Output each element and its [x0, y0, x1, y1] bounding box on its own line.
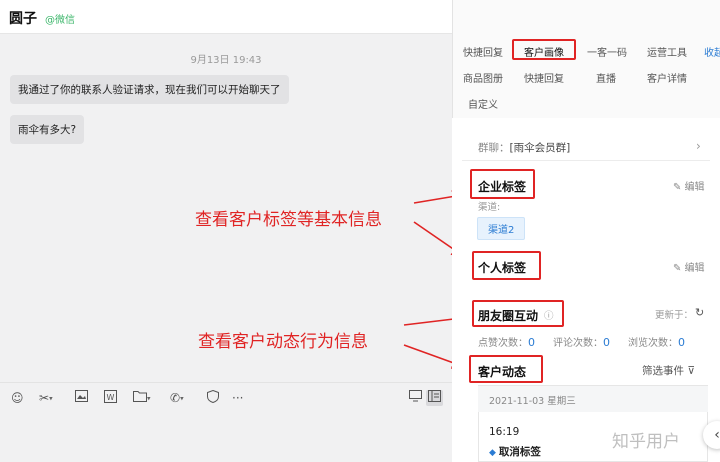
- event-action-label: 取消标签: [498, 446, 541, 458]
- tab-quick-reply-2[interactable]: 快捷回复: [524, 70, 564, 85]
- filter-icon: ⊽: [687, 365, 696, 377]
- highlight-box: [472, 251, 541, 280]
- channel-tag-chip[interactable]: 渠道2: [477, 217, 526, 240]
- highlight-box: [472, 300, 564, 327]
- divider: [462, 160, 710, 161]
- input-toolbar: ☺ ✂▾ W ▾ ✆▾ ···: [0, 382, 452, 462]
- stat-label: 浏览次数：: [628, 338, 678, 349]
- stat-label: 评论次数：: [553, 338, 603, 349]
- channel-label: 渠道:: [478, 202, 501, 213]
- scissors-icon[interactable]: ✂▾: [39, 390, 53, 406]
- event-action[interactable]: ◆ 取消标签: [489, 444, 541, 459]
- tab-collapse[interactable]: 收起: [704, 44, 720, 59]
- highlight-box: [512, 39, 576, 60]
- sidebar-icon[interactable]: [426, 390, 443, 406]
- event-time: 16:19: [489, 426, 520, 438]
- annotation-dynamic-info: 查看客户动态行为信息: [198, 332, 368, 352]
- event-date: 2021-11-03 星期三: [478, 386, 708, 412]
- contact-source: @微信: [45, 15, 75, 26]
- tab-quick-reply[interactable]: 快捷回复: [463, 44, 503, 59]
- edit-label: 编辑: [684, 263, 705, 274]
- tab-customer-detail[interactable]: 客户详情: [647, 70, 687, 85]
- tab-ops-tools[interactable]: 运营工具: [647, 44, 687, 59]
- edit-personal-tags[interactable]: ✎ 编辑: [673, 259, 705, 274]
- stat-value: 0: [678, 336, 685, 349]
- tab-custom[interactable]: 自定义: [468, 96, 498, 111]
- tag-icon: ◆: [489, 448, 496, 458]
- tab-one-customer-code[interactable]: 一客一码: [587, 44, 627, 59]
- group-label: 群聊：: [478, 142, 510, 154]
- stat-value: 0: [528, 336, 535, 349]
- screen-icon[interactable]: [409, 390, 422, 406]
- highlight-box: [469, 355, 543, 383]
- message-bubble[interactable]: 雨伞有多大?: [10, 115, 85, 144]
- filter-events-button[interactable]: 筛选事件 ⊽: [642, 363, 695, 378]
- image-icon[interactable]: [75, 390, 88, 406]
- group-value: [雨伞会员群]: [509, 142, 571, 154]
- group-row[interactable]: 群聊：[雨伞会员群]: [478, 140, 570, 155]
- smile-icon[interactable]: ☺: [11, 390, 24, 406]
- shield-icon[interactable]: [207, 389, 219, 406]
- edit-enterprise-tags[interactable]: ✎ 编辑: [673, 178, 705, 193]
- stat-label: 点赞次数：: [478, 338, 528, 349]
- folder-icon[interactable]: ▾: [133, 390, 151, 406]
- phone-icon[interactable]: ✆▾: [170, 390, 184, 406]
- highlight-box: [470, 169, 535, 199]
- edit-label: 编辑: [684, 182, 705, 193]
- chat-header: 圆子 @微信: [0, 0, 452, 34]
- word-icon[interactable]: W: [104, 390, 117, 406]
- refresh-icon[interactable]: ↻: [695, 306, 704, 319]
- likes-stat: 点赞次数：0: [478, 334, 535, 349]
- update-label: 更新于：: [655, 310, 694, 321]
- stat-value: 0: [603, 336, 610, 349]
- views-stat: 浏览次数：0: [628, 334, 685, 349]
- message-bubble[interactable]: 我通过了你的联系人验证请求，现在我们可以开始聊天了: [10, 75, 289, 104]
- more-icon[interactable]: ···: [232, 390, 243, 406]
- tab-product-album[interactable]: 商品图册: [463, 70, 503, 85]
- comments-stat: 评论次数：0: [553, 334, 610, 349]
- chevron-right-icon[interactable]: ›: [696, 139, 701, 153]
- message-timestamp: 9月13日 19:43: [190, 55, 262, 66]
- annotation-basic-info: 查看客户标签等基本信息: [195, 210, 382, 230]
- tab-live[interactable]: 直播: [596, 70, 616, 85]
- contact-name[interactable]: 圆子: [9, 8, 37, 28]
- svg-text:W: W: [107, 393, 115, 402]
- filter-label: 筛选事件: [642, 365, 684, 377]
- watermark: 知乎用户: [612, 432, 680, 452]
